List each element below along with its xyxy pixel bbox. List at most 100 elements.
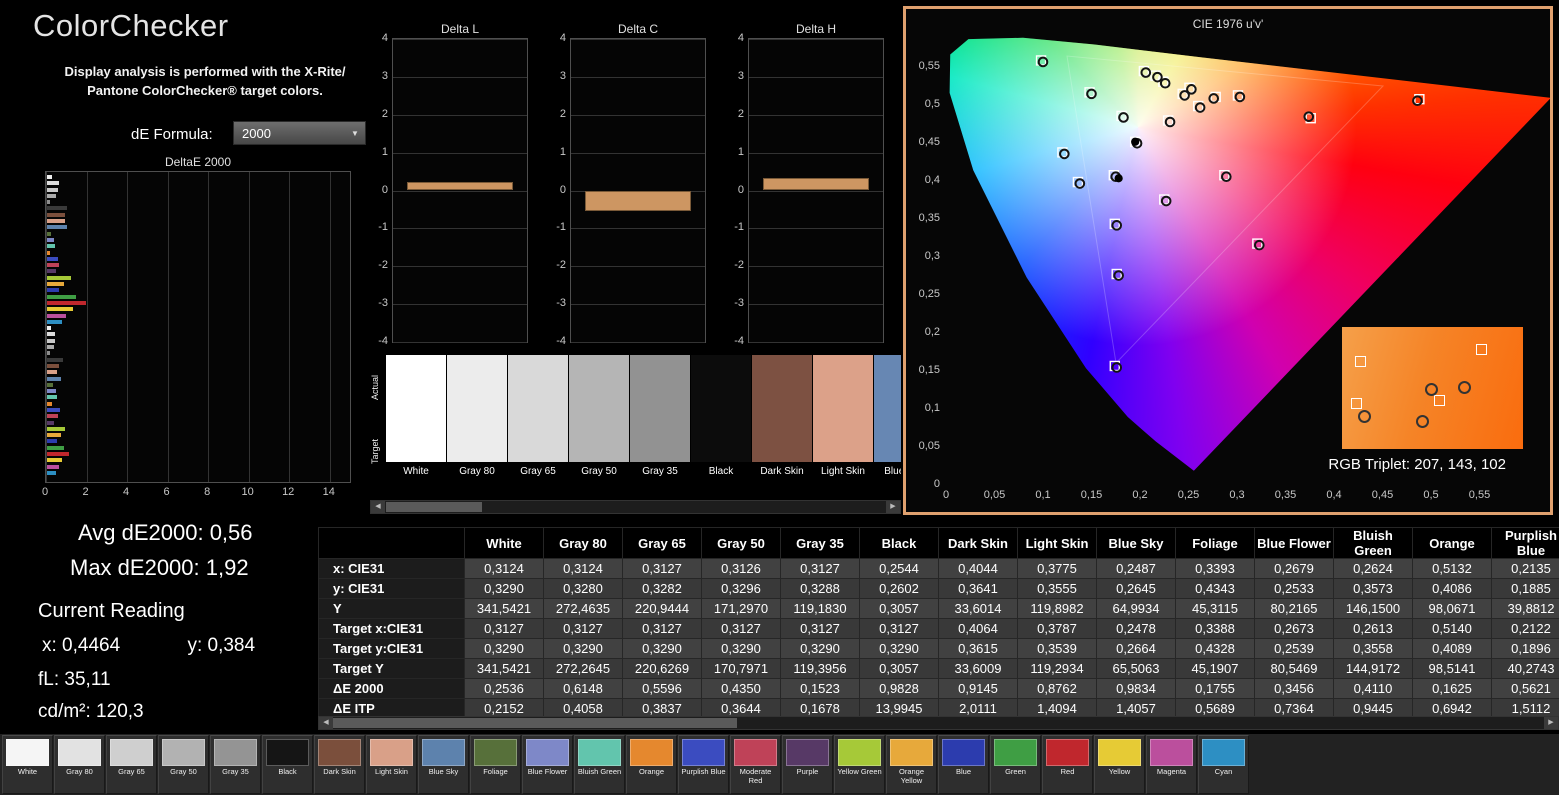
scrollbar-thumb[interactable] bbox=[333, 718, 737, 728]
swatch-label: Gray 35 bbox=[630, 462, 690, 484]
gridline bbox=[393, 190, 527, 192]
row-label: Target x:CIE31 bbox=[318, 618, 465, 639]
table-cell: 0,3280 bbox=[543, 578, 623, 599]
strip-swatch-gray-80[interactable]: Gray 80 bbox=[447, 355, 507, 484]
patch-label: Cyan bbox=[1214, 767, 1233, 776]
patch-label: Blue Sky bbox=[428, 767, 459, 776]
table-cell: 0,9828 bbox=[859, 678, 939, 699]
chevron-down-icon: ▼ bbox=[351, 128, 359, 138]
table-row: Y 341,5421 272,4635 220,9444 171,2970 119,183… bbox=[318, 598, 1559, 619]
patch-blue[interactable]: Blue bbox=[938, 735, 989, 794]
deltae-bar bbox=[47, 250, 51, 255]
scroll-left-icon[interactable]: ◀ bbox=[319, 717, 333, 729]
current-xy: x: 0,4464 y: 0,384 bbox=[42, 635, 255, 657]
patch-label: Gray 65 bbox=[118, 767, 145, 776]
strip-swatch-blue-sky[interactable]: Blue Sky bbox=[874, 355, 901, 484]
table-cell: 0,6942 bbox=[1412, 698, 1492, 717]
table-cell: 220,6269 bbox=[622, 658, 702, 679]
x-tick-label: 0,35 bbox=[1275, 489, 1296, 501]
table-cell: 0,3787 bbox=[1017, 618, 1097, 639]
deltae-bar bbox=[47, 452, 70, 457]
table-scrollbar[interactable]: ◀ ▶ bbox=[318, 716, 1559, 730]
y-tick-label: 4 bbox=[737, 32, 744, 44]
patch-yellow-green[interactable]: Yellow Green bbox=[834, 735, 885, 794]
strip-swatch-light-skin[interactable]: Light Skin bbox=[813, 355, 873, 484]
strip-swatch-gray-65[interactable]: Gray 65 bbox=[508, 355, 568, 484]
y-tick-label: -4 bbox=[734, 335, 744, 347]
deltae-bar bbox=[47, 326, 52, 331]
gridline bbox=[571, 114, 705, 116]
patch-label: White bbox=[17, 767, 38, 776]
strip-swatch-black[interactable]: Black bbox=[691, 355, 751, 484]
table-row: y: CIE31 0,3290 0,3280 0,3282 0,3296 0,3288 0,… bbox=[318, 578, 1559, 599]
row-label: ΔE ITP bbox=[318, 698, 465, 717]
inset-target-marker bbox=[1351, 397, 1363, 409]
scrollbar-thumb[interactable] bbox=[386, 502, 482, 512]
patch-orange-yellow[interactable]: Orange Yellow bbox=[886, 735, 937, 794]
actual-label: Actual bbox=[370, 374, 380, 400]
patch-gray-80[interactable]: Gray 80 bbox=[54, 735, 105, 794]
patch-green[interactable]: Green bbox=[990, 735, 1041, 794]
table-cell: 0,3127 bbox=[859, 618, 939, 639]
table-cell: 0,4343 bbox=[1175, 578, 1255, 599]
strip-swatch-dark-skin[interactable]: Dark Skin bbox=[752, 355, 812, 484]
patch-gray-65[interactable]: Gray 65 bbox=[106, 735, 157, 794]
patch-foliage[interactable]: Foliage bbox=[470, 735, 521, 794]
patch-gray-35[interactable]: Gray 35 bbox=[210, 735, 261, 794]
gridline bbox=[571, 266, 705, 268]
patch-black[interactable]: Black bbox=[262, 735, 313, 794]
gridline bbox=[393, 266, 527, 268]
table-cell: 0,3290 bbox=[780, 638, 860, 659]
table-cell: 0,5596 bbox=[622, 678, 702, 699]
patch-yellow[interactable]: Yellow bbox=[1094, 735, 1145, 794]
patch-label: Foliage bbox=[483, 767, 508, 776]
deltae-bar bbox=[47, 300, 86, 305]
scroll-left-icon[interactable]: ◀ bbox=[371, 501, 385, 513]
y-tick-label: -2 bbox=[556, 259, 566, 272]
deltae-bar bbox=[47, 470, 57, 475]
strip-swatch-gray-35[interactable]: Gray 35 bbox=[630, 355, 690, 484]
patch-purple[interactable]: Purple bbox=[782, 735, 833, 794]
deltae-bar bbox=[47, 420, 55, 425]
patch-light-skin[interactable]: Light Skin bbox=[366, 735, 417, 794]
swatch-label: Dark Skin bbox=[752, 462, 812, 484]
patch-label: Purplish Blue bbox=[681, 767, 726, 776]
patch-bluish-green[interactable]: Bluish Green bbox=[574, 735, 625, 794]
column-header: Gray 65 bbox=[622, 527, 702, 559]
table-cell: 144,9172 bbox=[1333, 658, 1413, 679]
table-cell: 0,3127 bbox=[701, 618, 781, 639]
patch-dark-skin[interactable]: Dark Skin bbox=[314, 735, 365, 794]
strip-swatch-white[interactable]: White bbox=[386, 355, 446, 484]
patch-magenta[interactable]: Magenta bbox=[1146, 735, 1197, 794]
x-tick-label: 0 bbox=[943, 489, 949, 501]
patch-blue-sky[interactable]: Blue Sky bbox=[418, 735, 469, 794]
patch-color bbox=[318, 739, 361, 766]
scroll-right-icon[interactable]: ▶ bbox=[1544, 717, 1558, 729]
patch-purplish-blue[interactable]: Purplish Blue bbox=[678, 735, 729, 794]
patch-white[interactable]: White bbox=[2, 735, 53, 794]
scroll-right-icon[interactable]: ▶ bbox=[886, 501, 900, 513]
patch-moderate-red[interactable]: Moderate Red bbox=[730, 735, 781, 794]
table-cell: 0,4086 bbox=[1412, 578, 1492, 599]
deltae-bar bbox=[47, 458, 63, 463]
patch-blue-flower[interactable]: Blue Flower bbox=[522, 735, 573, 794]
table-cell: 0,3644 bbox=[701, 698, 781, 717]
deltae-bar bbox=[47, 244, 56, 249]
table-cell: 0,3290 bbox=[701, 638, 781, 659]
patch-cyan[interactable]: Cyan bbox=[1198, 735, 1249, 794]
table-cell: 0,5621 bbox=[1491, 678, 1559, 699]
patch-gray-50[interactable]: Gray 50 bbox=[158, 735, 209, 794]
cie-chart-title: CIE 1976 u'v' bbox=[1192, 17, 1264, 31]
patch-color bbox=[994, 739, 1037, 766]
patch-red[interactable]: Red bbox=[1042, 735, 1093, 794]
x-tick-label: 0,3 bbox=[1229, 489, 1244, 501]
de-formula-dropdown[interactable]: 2000 ▼ bbox=[233, 121, 366, 145]
strip-swatch-gray-50[interactable]: Gray 50 bbox=[569, 355, 629, 484]
delta-c-chart: 4 3 2 1 0 -1 -2 -3 -4 bbox=[544, 32, 706, 347]
deltae-bar bbox=[47, 256, 59, 261]
patch-label: Yellow Green bbox=[837, 767, 882, 776]
swatch-strip-scrollbar[interactable]: ◀ ▶ bbox=[370, 500, 901, 514]
x-tick-label: 8 bbox=[204, 486, 211, 498]
delta-bar bbox=[763, 178, 869, 191]
patch-orange[interactable]: Orange bbox=[626, 735, 677, 794]
